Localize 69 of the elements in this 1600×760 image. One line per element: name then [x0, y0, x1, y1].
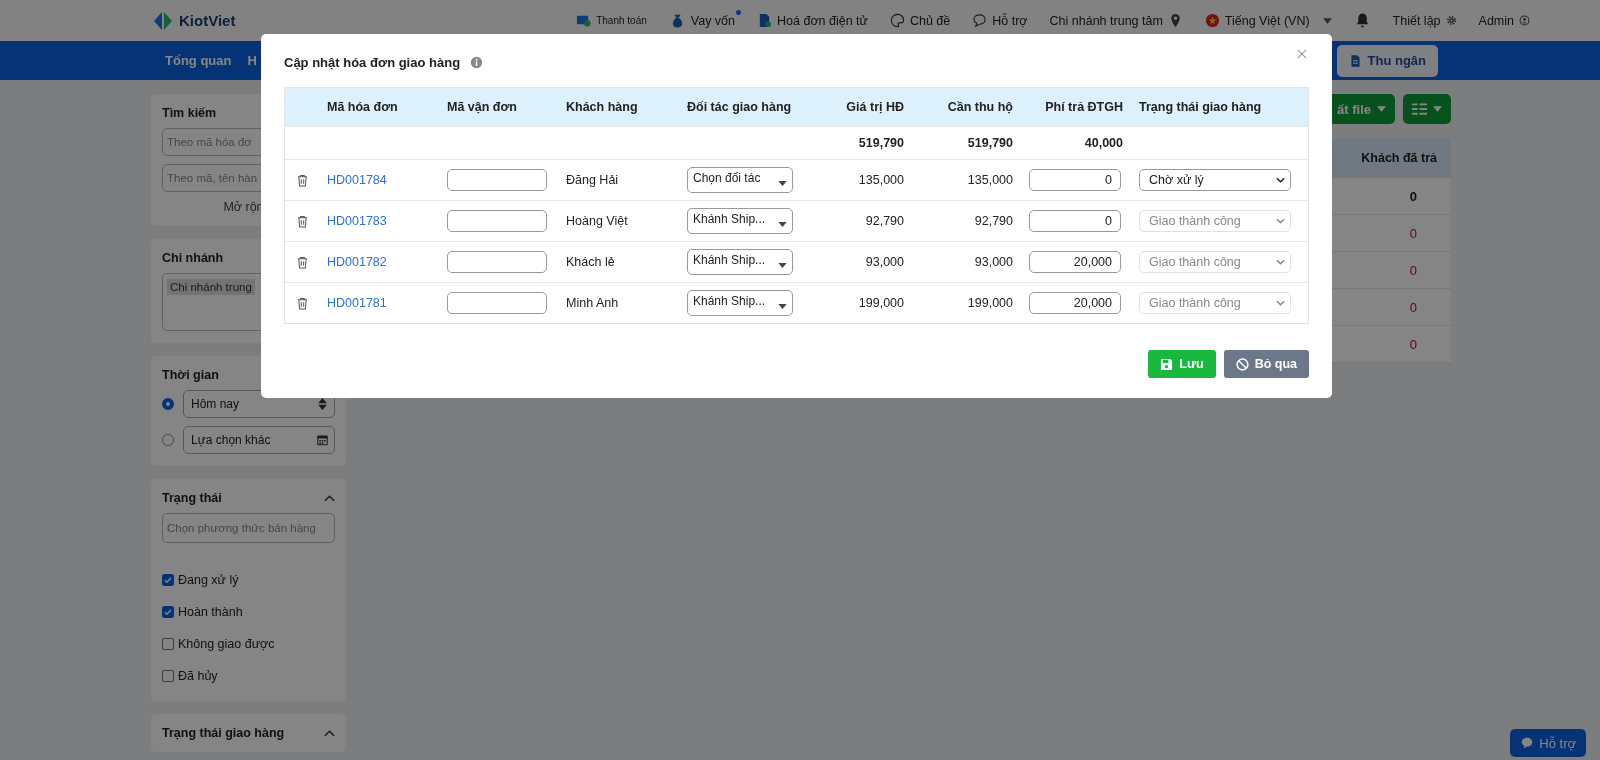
column-header: Khách đã trả — [1361, 151, 1437, 165]
top-menu-item[interactable]: Vay vốn — [690, 13, 736, 28]
checkbox-label: Đã hủy — [178, 669, 218, 683]
top-menu-item[interactable]: Thiết lập — [1392, 13, 1441, 28]
table-cell-text: 92,790 — [864, 214, 905, 228]
modal-title: Cập nhật hóa đơn giao hàng — [284, 54, 461, 70]
branch-tag: Chi nhánh trung — [167, 279, 255, 295]
total-cell-text: 40,000 — [1083, 136, 1124, 150]
column-header: Cần thu hộ — [946, 100, 1014, 114]
checkbox-label: Hoàn thành — [178, 605, 243, 619]
top-menu-item[interactable]: Chủ đề — [909, 13, 951, 28]
panel-title: Thời gian — [162, 368, 219, 382]
table-cell-text: Khách lẻ — [565, 255, 616, 269]
column-header: Trạng thái giao hàng — [1138, 100, 1263, 114]
table-cell: 0 — [1409, 225, 1417, 241]
table-cell-text: Minh Anh — [565, 296, 620, 310]
table-cell-text: 93,000 — [864, 255, 905, 269]
total-cell-text: 519,790 — [966, 136, 1014, 150]
column-header: Mã vận đơn — [446, 100, 518, 114]
fee-field[interactable]: 20,000 — [1029, 251, 1121, 273]
invoice-link[interactable]: HD001783 — [327, 214, 387, 228]
save-button[interactable]: Lưu — [1148, 350, 1216, 378]
checkbox-label: Không giao được — [178, 637, 275, 651]
column-header: Phí trả ĐTGH — [1044, 100, 1124, 114]
total-cell-text: 519,790 — [857, 136, 905, 150]
panel-title: Trạng thái — [162, 491, 222, 505]
top-menu-item[interactable]: Hỗ trợ — [992, 13, 1028, 28]
column-header: Đối tác giao hàng — [686, 100, 793, 114]
partner-select[interactable]: Khánh Ship... — [687, 290, 793, 316]
checkbox-label: Đang xử lý — [178, 573, 239, 587]
panel-title: Trạng thái giao hàng — [162, 726, 285, 740]
table-cell: 0 — [1409, 188, 1417, 204]
nav-item[interactable]: Tổng quan — [165, 53, 232, 68]
invoice-link[interactable]: HD001782 — [327, 255, 387, 269]
top-menu-item[interactable]: Hoá đơn điện tử — [777, 13, 868, 28]
table-cell: 0 — [1409, 262, 1417, 278]
top-menu-item[interactable]: Tiếng Việt (VN) — [1224, 13, 1310, 28]
top-menu-item[interactable]: Thanh toán — [596, 15, 647, 26]
nav-item[interactable]: H — [247, 53, 257, 68]
help-button[interactable]: Hỗ trợ — [1510, 729, 1586, 757]
table-cell: 0 — [1409, 299, 1417, 315]
top-menu-item[interactable]: Admin — [1478, 13, 1514, 28]
panel-title: Tìm kiếm — [162, 106, 217, 120]
sales-method-field[interactable]: Chọn phương thức bán hàng — [162, 513, 335, 543]
time-select[interactable]: Lựa chọn khác — [183, 426, 335, 454]
column-header: Mã hóa đơn — [326, 100, 399, 114]
table-cell-text: 135,000 — [966, 173, 1014, 187]
table-cell-text: 135,000 — [857, 173, 905, 187]
column-header: Giá trị HĐ — [845, 100, 905, 114]
fee-field[interactable]: 0 — [1029, 210, 1121, 232]
panel-title: Chi nhánh — [162, 251, 224, 265]
fee-field[interactable]: 20,000 — [1029, 292, 1121, 314]
cashier-button[interactable]: Thu ngân — [1336, 44, 1438, 77]
fee-field[interactable]: 0 — [1029, 169, 1121, 191]
table-cell-text: 93,000 — [973, 255, 1014, 269]
cancel-button[interactable]: Bỏ qua — [1223, 350, 1309, 378]
table-cell-text: 199,000 — [857, 296, 905, 310]
logo-text: KiotViet — [179, 12, 236, 29]
partner-select[interactable]: Khánh Ship... — [687, 249, 793, 275]
top-menu-item[interactable]: Chi nhánh trung tâm — [1049, 13, 1163, 28]
table-cell: 0 — [1409, 336, 1417, 352]
status-select[interactable]: Chờ xử lý — [1139, 169, 1291, 191]
column-header: Khách hàng — [565, 100, 639, 114]
table-cell-text: 199,000 — [966, 296, 1014, 310]
table-cell-text: Hoàng Việt — [565, 214, 629, 228]
partner-select[interactable]: Chọn đối tác — [687, 167, 793, 193]
partner-select[interactable]: Khánh Ship... — [687, 208, 793, 234]
table-cell-text: Đăng Hải — [565, 173, 620, 187]
table-cell-text: 92,790 — [973, 214, 1014, 228]
